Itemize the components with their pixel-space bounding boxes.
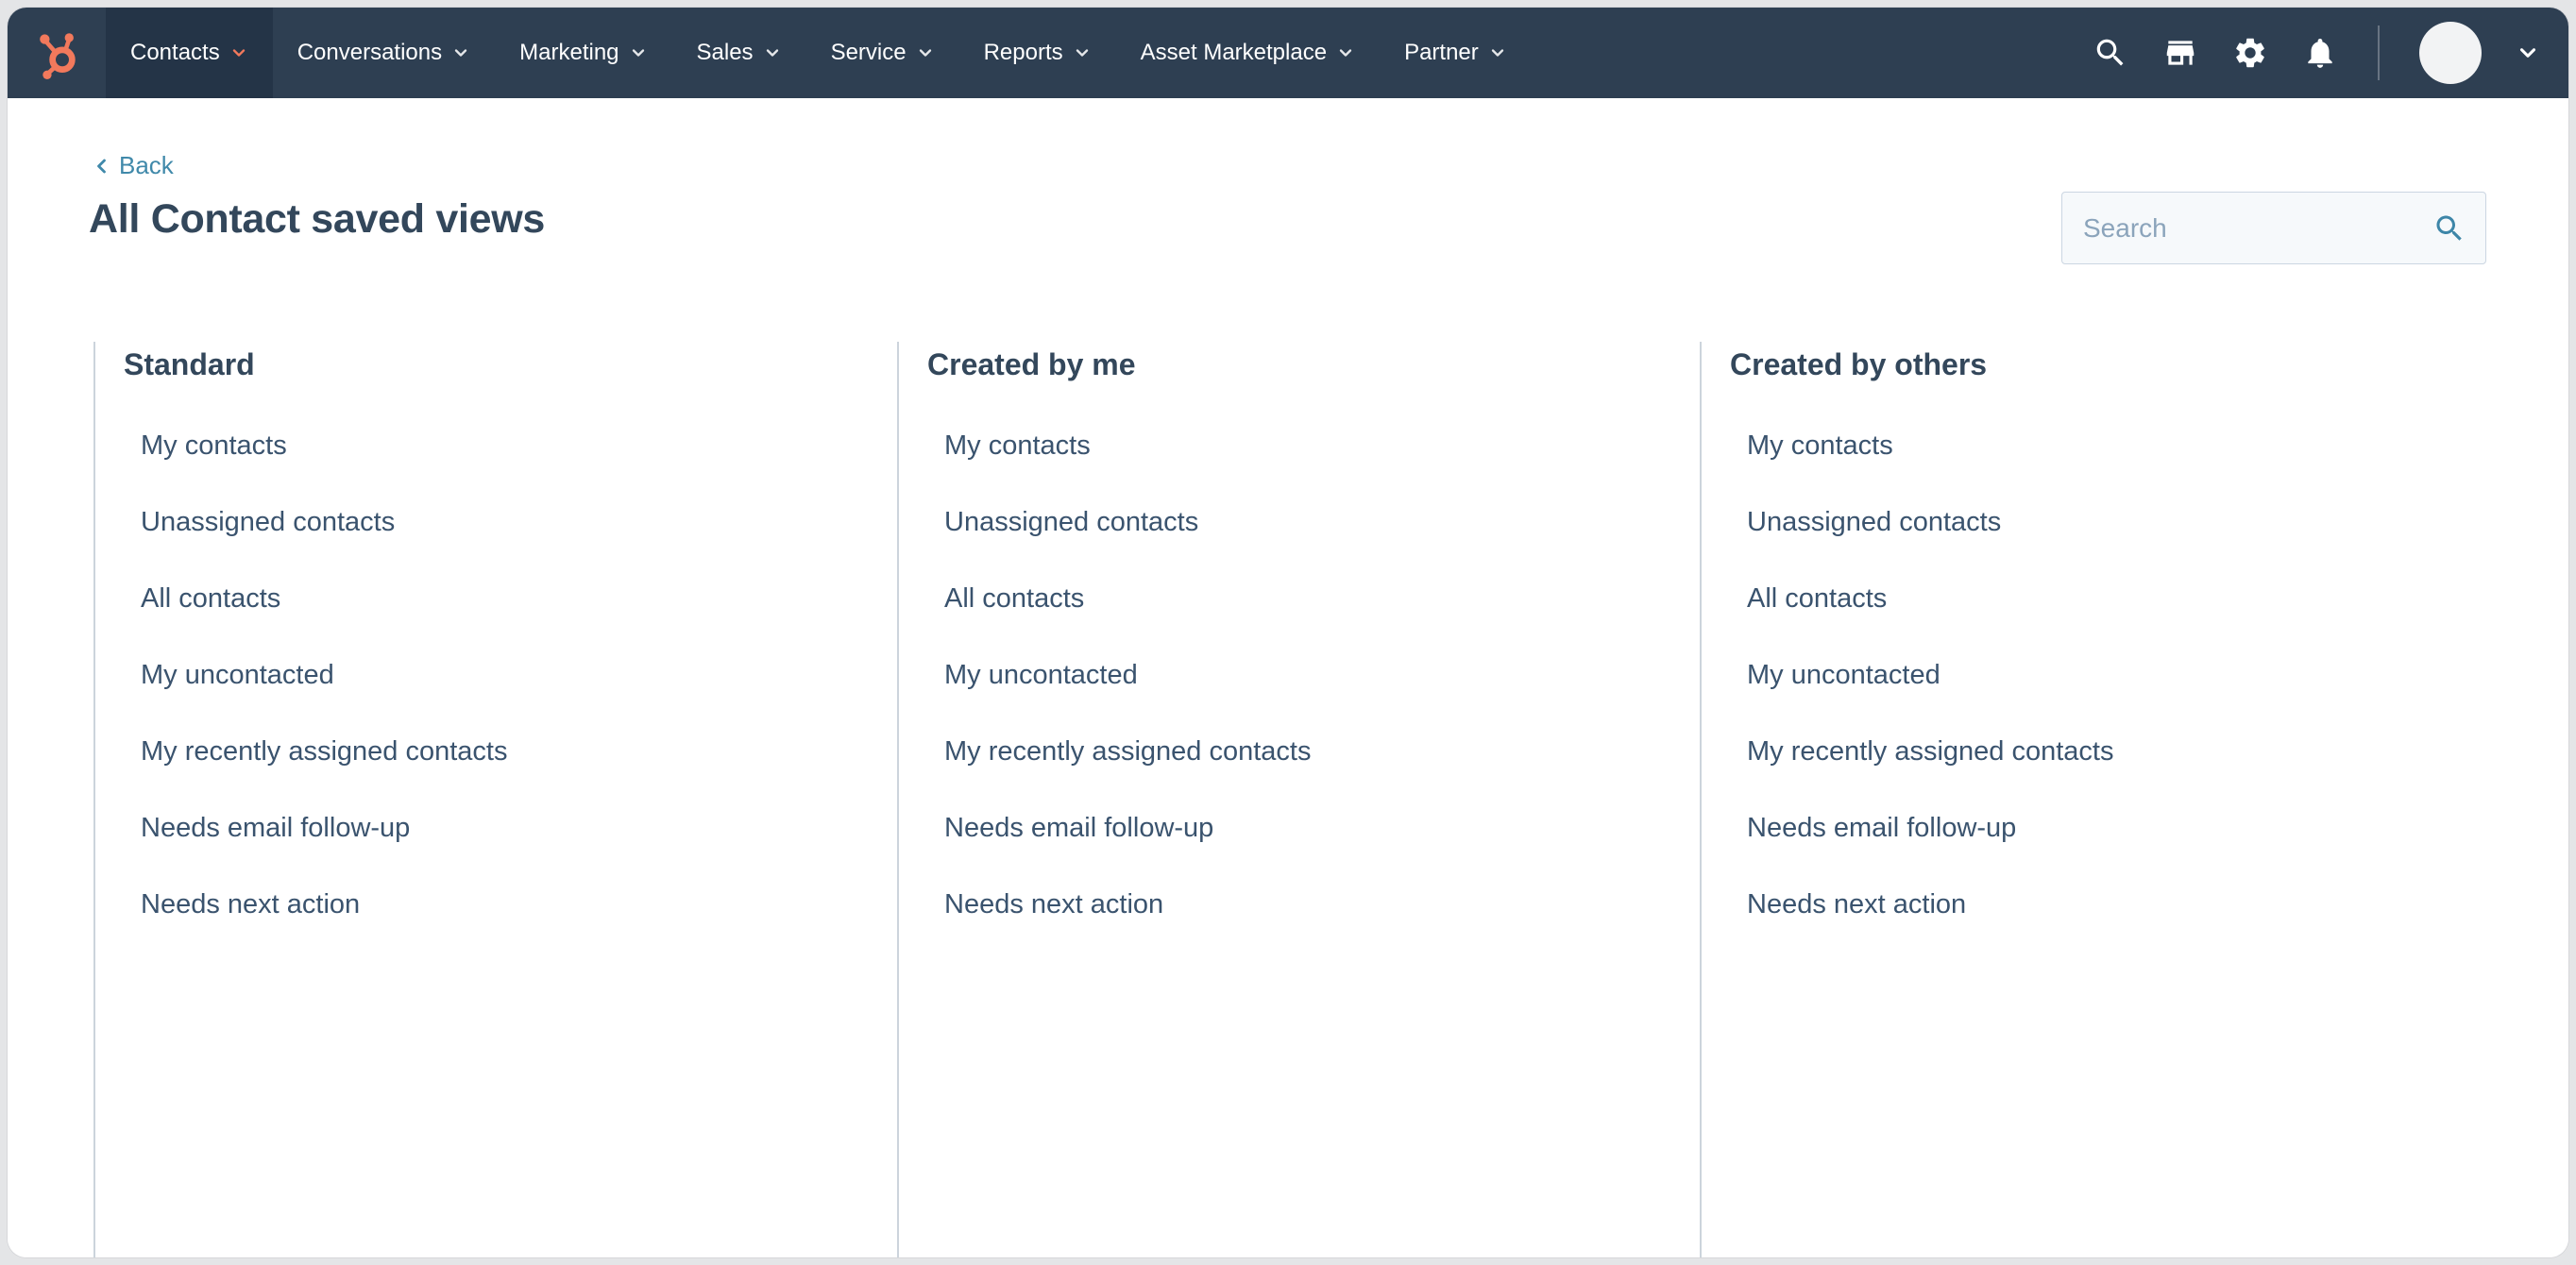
saved-view-list: My contacts Unassigned contacts All cont… [95, 429, 897, 921]
nav-item-conversations[interactable]: Conversations [273, 8, 495, 98]
column-created-by-me: Created by me My contacts Unassigned con… [897, 342, 1700, 1257]
chevron-down-icon [1491, 49, 1503, 57]
saved-view-item[interactable]: Needs email follow-up [944, 811, 1700, 845]
page-header: Back All Contact saved views [8, 98, 2568, 306]
column-standard: Standard My contacts Unassigned contacts… [93, 342, 897, 1257]
saved-view-item[interactable]: My contacts [141, 429, 897, 463]
nav-item-service[interactable]: Service [806, 8, 959, 98]
nav-item-label: Reports [983, 40, 1063, 65]
saved-view-item[interactable]: Needs next action [1747, 887, 2568, 921]
nav-items: Contacts Conversations Marketing Sales S… [106, 8, 1532, 98]
notifications-bell-icon[interactable] [2302, 35, 2338, 71]
saved-view-item[interactable]: My uncontacted [944, 658, 1700, 692]
hubspot-sprocket-icon [39, 33, 76, 79]
saved-view-item[interactable]: My contacts [1747, 429, 2568, 463]
nav-item-contacts[interactable]: Contacts [106, 8, 273, 98]
chevron-down-icon [766, 49, 778, 57]
back-label: Back [119, 151, 174, 179]
saved-view-item[interactable]: All contacts [1747, 582, 2568, 616]
saved-view-item[interactable]: My recently assigned contacts [141, 734, 897, 768]
nav-item-asset-marketplace[interactable]: Asset Marketplace [1116, 8, 1380, 98]
marketplace-icon[interactable] [2162, 35, 2198, 71]
saved-view-item[interactable]: My uncontacted [1747, 658, 2568, 692]
nav-item-label: Conversations [297, 40, 443, 65]
search-icon[interactable] [2432, 211, 2466, 245]
nav-item-reports[interactable]: Reports [959, 8, 1116, 98]
saved-view-item[interactable]: Unassigned contacts [1747, 505, 2568, 539]
column-heading: Standard [124, 347, 255, 381]
saved-view-item[interactable]: All contacts [141, 582, 897, 616]
hubspot-logo[interactable] [8, 8, 106, 98]
column-heading: Created by others [1730, 347, 1988, 381]
nav-item-label: Marketing [519, 40, 619, 65]
saved-view-item[interactable]: Needs next action [944, 887, 1700, 921]
chevron-down-icon [454, 49, 467, 57]
saved-view-item[interactable]: All contacts [944, 582, 1700, 616]
app-window: Contacts Conversations Marketing Sales S… [8, 8, 2568, 1257]
chevron-down-icon [919, 49, 931, 57]
nav-item-partner[interactable]: Partner [1380, 8, 1532, 98]
nav-item-label: Partner [1404, 40, 1479, 65]
screenshot-stage: Contacts Conversations Marketing Sales S… [0, 0, 2576, 1265]
saved-view-item[interactable]: Unassigned contacts [944, 505, 1700, 539]
nav-right-actions [2093, 8, 2568, 98]
nav-item-label: Sales [696, 40, 754, 65]
chevron-left-icon [97, 159, 106, 173]
saved-view-item[interactable]: My contacts [944, 429, 1700, 463]
user-avatar[interactable] [2419, 22, 2482, 84]
nav-item-label: Asset Marketplace [1140, 40, 1328, 65]
page-title: All Contact saved views [89, 196, 546, 242]
chevron-down-icon[interactable] [2516, 41, 2540, 65]
nav-item-sales[interactable]: Sales [672, 8, 806, 98]
settings-gear-icon[interactable] [2232, 35, 2268, 71]
chevron-down-icon [1076, 49, 1088, 57]
saved-views-columns: Standard My contacts Unassigned contacts… [93, 342, 2568, 1257]
search-icon[interactable] [2093, 35, 2128, 71]
chevron-down-icon [232, 49, 245, 57]
saved-view-item[interactable]: My recently assigned contacts [944, 734, 1700, 768]
saved-view-list: My contacts Unassigned contacts All cont… [899, 429, 1700, 921]
saved-view-item[interactable]: Needs next action [141, 887, 897, 921]
column-created-by-others: Created by others My contacts Unassigned… [1700, 342, 2568, 1257]
saved-view-item[interactable]: My uncontacted [141, 658, 897, 692]
saved-view-item[interactable]: Needs email follow-up [141, 811, 897, 845]
saved-view-item[interactable]: Needs email follow-up [1747, 811, 2568, 845]
column-heading: Created by me [927, 347, 1136, 381]
top-navbar: Contacts Conversations Marketing Sales S… [8, 8, 2568, 98]
saved-view-item[interactable]: My recently assigned contacts [1747, 734, 2568, 768]
nav-item-label: Service [830, 40, 907, 65]
nav-item-marketing[interactable]: Marketing [495, 8, 671, 98]
view-search-input[interactable] [2081, 211, 2432, 245]
saved-view-list: My contacts Unassigned contacts All cont… [1702, 429, 2568, 921]
chevron-down-icon [1339, 49, 1352, 57]
saved-views-content: Standard My contacts Unassigned contacts… [8, 305, 2568, 1257]
nav-divider [2378, 25, 2380, 80]
view-search-box [2061, 192, 2486, 264]
back-link[interactable]: Back [91, 151, 174, 180]
saved-view-item[interactable]: Unassigned contacts [141, 505, 897, 539]
nav-item-label: Contacts [130, 40, 220, 65]
chevron-down-icon [632, 49, 644, 57]
